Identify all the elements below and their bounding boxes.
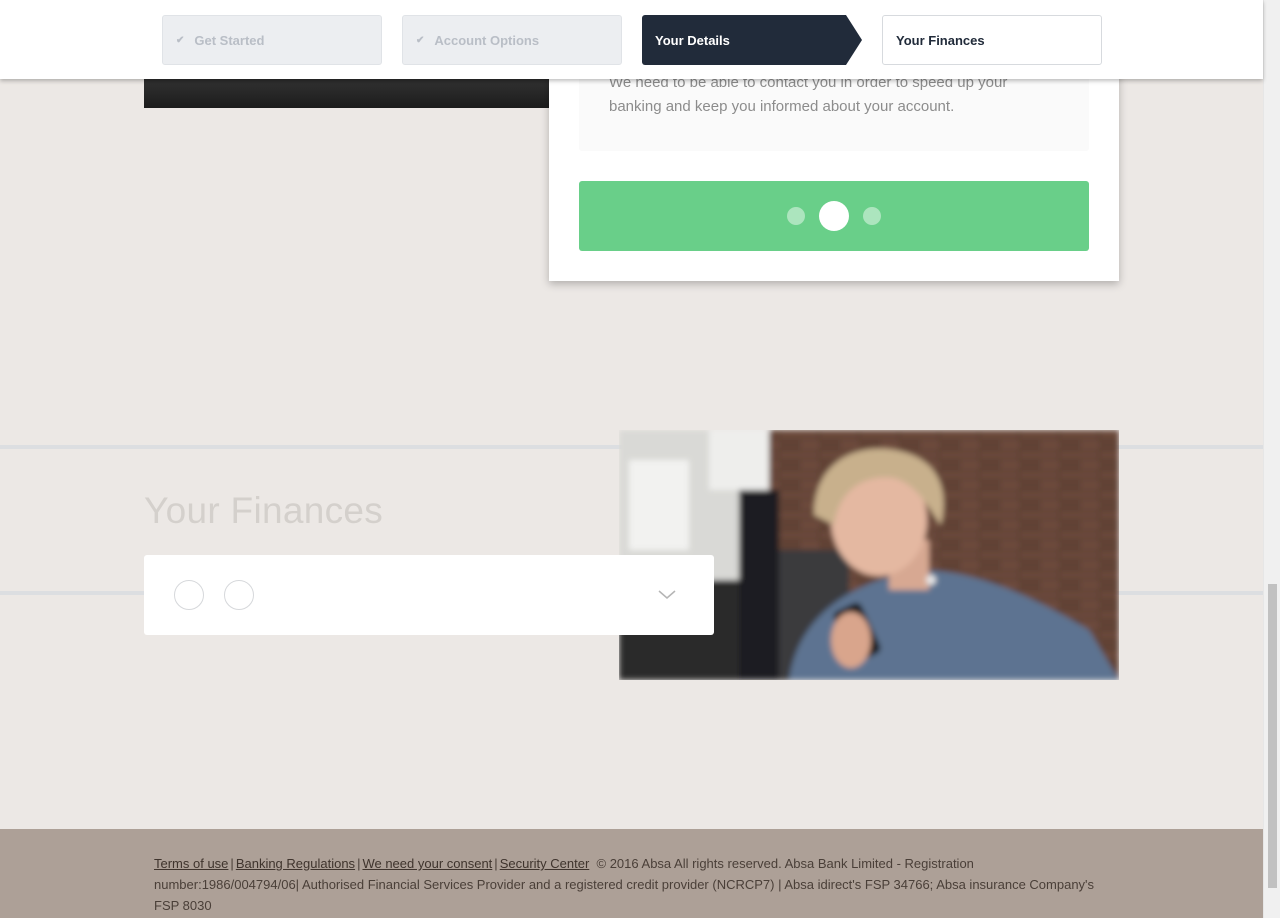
- footer-separator: |: [494, 856, 498, 871]
- footer-link-terms[interactable]: Terms of use: [154, 856, 228, 871]
- footer-link-consent[interactable]: We need your consent: [362, 856, 492, 871]
- progress-dot: [863, 207, 881, 225]
- step-label: Get Started: [194, 32, 265, 48]
- radio-option[interactable]: [224, 580, 254, 610]
- step-your-details[interactable]: Your Details: [642, 15, 862, 65]
- step-label: Account Options: [434, 32, 540, 48]
- page-scrollbar[interactable]: [1263, 0, 1280, 918]
- step-get-started[interactable]: ✔ Get Started: [162, 15, 382, 65]
- scrollbar-thumb[interactable]: [1268, 584, 1277, 888]
- section-title-your-finances: Your Finances: [144, 490, 384, 531]
- step-label: Your Details: [655, 32, 730, 48]
- step-label: Your Finances: [896, 32, 985, 48]
- footer-link-security-center[interactable]: Security Center: [500, 856, 590, 871]
- chevron-down-icon[interactable]: [657, 588, 677, 600]
- check-icon: ✔: [176, 34, 185, 46]
- radio-option[interactable]: [174, 580, 204, 610]
- progress-step-bar: ✔ Get Started ✔ Account Options Your Det…: [0, 0, 1263, 79]
- step-arrow-icon: [846, 15, 862, 65]
- details-progress-button[interactable]: [579, 181, 1089, 251]
- step-account-options[interactable]: ✔ Account Options: [402, 15, 622, 65]
- site-footer: Terms of use | Banking Regulations | We need…: [0, 829, 1263, 918]
- check-icon: ✔: [416, 34, 425, 46]
- progress-dot-active: [819, 201, 849, 231]
- footer-link-banking-regulations[interactable]: Banking Regulations: [236, 856, 355, 871]
- step-your-finances[interactable]: Your Finances: [882, 15, 1102, 65]
- finances-accordion-panel[interactable]: [144, 555, 714, 635]
- footer-separator: |: [230, 856, 234, 871]
- footer-separator: |: [357, 856, 361, 871]
- progress-dot: [787, 207, 805, 225]
